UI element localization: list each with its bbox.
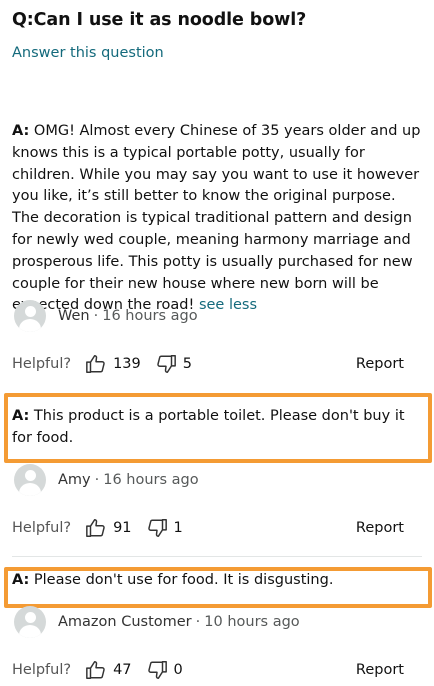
helpful-label: Helpful?: [12, 520, 72, 536]
thumbs-down-icon[interactable]: [146, 517, 168, 539]
answer-time: 16 hours ago: [103, 472, 199, 488]
answer-author[interactable]: Amy · 16 hours ago: [14, 464, 199, 496]
helpful-label: Helpful?: [12, 662, 72, 678]
report-button[interactable]: Report: [356, 520, 404, 536]
helpful-label: Helpful?: [12, 356, 72, 372]
report-button[interactable]: Report: [356, 356, 404, 372]
helpful-row: Helpful? 47 0 Report: [12, 658, 404, 682]
answer-text: A: This product is a portable toilet. Pl…: [12, 406, 408, 450]
thumbs-up-icon[interactable]: [85, 517, 107, 539]
author-name[interactable]: Amy: [58, 472, 91, 488]
answer-author[interactable]: Wen · 16 hours ago: [14, 300, 198, 332]
author-name[interactable]: Amazon Customer: [58, 614, 192, 630]
answer-time: 16 hours ago: [102, 308, 198, 324]
user-avatar-icon: [14, 300, 46, 332]
helpful-row: Helpful? 139 5 Report: [12, 352, 404, 376]
thumbs-down-icon[interactable]: [155, 353, 177, 375]
report-button[interactable]: Report: [356, 662, 404, 678]
user-avatar-icon: [14, 464, 46, 496]
upvote-count: 47: [113, 662, 132, 678]
answer-body: Please don't use for food. It is disgust…: [29, 572, 334, 588]
answer-text: A: Please don't use for food. It is disg…: [12, 570, 408, 592]
meta-separator: ·: [94, 472, 100, 488]
user-avatar-icon: [14, 606, 46, 638]
answer-body: OMG! Almost every Chinese of 35 years ol…: [12, 123, 421, 314]
upvote-count: 139: [113, 356, 141, 372]
answer-author[interactable]: Amazon Customer · 10 hours ago: [14, 606, 300, 638]
answer-question-link[interactable]: Answer this question: [12, 45, 164, 61]
helpful-row: Helpful? 91 1 Report: [12, 516, 404, 540]
answer-label: A:: [12, 572, 30, 588]
answer-label: A:: [12, 123, 30, 139]
thumbs-up-icon[interactable]: [85, 353, 107, 375]
author-name[interactable]: Wen: [58, 308, 90, 324]
meta-separator: ·: [195, 614, 201, 630]
downvote-count: 1: [173, 520, 183, 536]
thumbs-down-icon[interactable]: [146, 659, 168, 681]
divider: [12, 556, 422, 557]
see-less-link[interactable]: see less: [199, 297, 257, 313]
question-title: Q:Can I use it as noodle bowl?: [12, 10, 307, 30]
downvote-count: 0: [173, 662, 183, 678]
answer-text: A: OMG! Almost every Chinese of 35 years…: [12, 121, 424, 317]
answer-label: A:: [12, 408, 30, 424]
answer-body: This product is a portable toilet. Pleas…: [12, 408, 405, 446]
answer-time: 10 hours ago: [204, 614, 300, 630]
meta-separator: ·: [93, 308, 99, 324]
thumbs-up-icon[interactable]: [85, 659, 107, 681]
upvote-count: 91: [113, 520, 132, 536]
downvote-count: 5: [182, 356, 192, 372]
